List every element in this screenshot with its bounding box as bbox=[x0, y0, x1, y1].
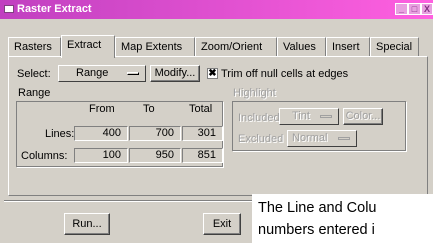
tab-map-extents[interactable]: Map Extents bbox=[115, 37, 195, 57]
caption-line-1: The Line and Colu bbox=[258, 200, 377, 216]
close-icon[interactable]: X bbox=[421, 3, 433, 15]
trim-label: Trim off null cells at edges bbox=[221, 68, 349, 80]
columns-to-field[interactable]: 950 bbox=[129, 148, 181, 163]
minimize-icon[interactable]: _ bbox=[395, 3, 408, 15]
title-bar: Raster Extract _ □ X bbox=[0, 0, 433, 19]
trim-checkbox[interactable]: ✖ bbox=[207, 68, 218, 79]
excluded-label: Excluded bbox=[238, 133, 284, 145]
color-button[interactable]: Color... bbox=[343, 108, 383, 125]
excluded-dropdown[interactable]: Normal bbox=[287, 130, 357, 147]
range-group-title: Range bbox=[18, 87, 51, 99]
window-menu-icon[interactable] bbox=[4, 5, 14, 13]
window-title: Raster Extract bbox=[17, 3, 92, 15]
range-header-from: From bbox=[89, 103, 115, 115]
select-dropdown[interactable]: Range bbox=[58, 65, 146, 82]
included-label: Included bbox=[238, 112, 280, 124]
modify-button[interactable]: Modify... bbox=[150, 65, 200, 82]
tab-values[interactable]: Values bbox=[277, 37, 326, 57]
dropdown-indicator-icon bbox=[320, 115, 332, 118]
range-header-to: To bbox=[143, 103, 155, 115]
lines-to-field[interactable]: 700 bbox=[129, 126, 181, 141]
caption-overlay: The Line and Colu numbers entered i bbox=[252, 194, 433, 243]
highlight-group-title: Highlight bbox=[233, 87, 276, 99]
lines-from-field[interactable]: 400 bbox=[74, 126, 128, 141]
select-label: Select: bbox=[17, 68, 51, 80]
tab-zoom-orient[interactable]: Zoom/Orient bbox=[195, 37, 277, 57]
dropdown-indicator-icon bbox=[338, 137, 350, 140]
columns-from-field[interactable]: 100 bbox=[74, 148, 128, 163]
tab-extract[interactable]: Extract bbox=[61, 35, 115, 58]
tab-special[interactable]: Special bbox=[370, 37, 419, 57]
columns-label: Columns: bbox=[21, 150, 68, 162]
tab-insert[interactable]: Insert bbox=[326, 37, 370, 57]
lines-total-value: 301 bbox=[182, 126, 223, 141]
caption-line-2: numbers entered i bbox=[258, 222, 375, 238]
maximize-icon[interactable]: □ bbox=[408, 3, 421, 15]
run-button[interactable]: Run... bbox=[64, 213, 110, 235]
excluded-value: Normal bbox=[292, 132, 328, 144]
tab-rasters[interactable]: Rasters bbox=[8, 37, 61, 57]
range-header-total: Total bbox=[189, 103, 213, 115]
select-value: Range bbox=[76, 67, 109, 79]
dropdown-indicator-icon bbox=[127, 72, 139, 75]
included-value: Tint bbox=[292, 110, 310, 122]
columns-total-value: 851 bbox=[182, 148, 223, 163]
included-dropdown[interactable]: Tint bbox=[279, 108, 339, 125]
exit-button[interactable]: Exit bbox=[203, 213, 241, 235]
lines-label: Lines: bbox=[45, 128, 75, 140]
